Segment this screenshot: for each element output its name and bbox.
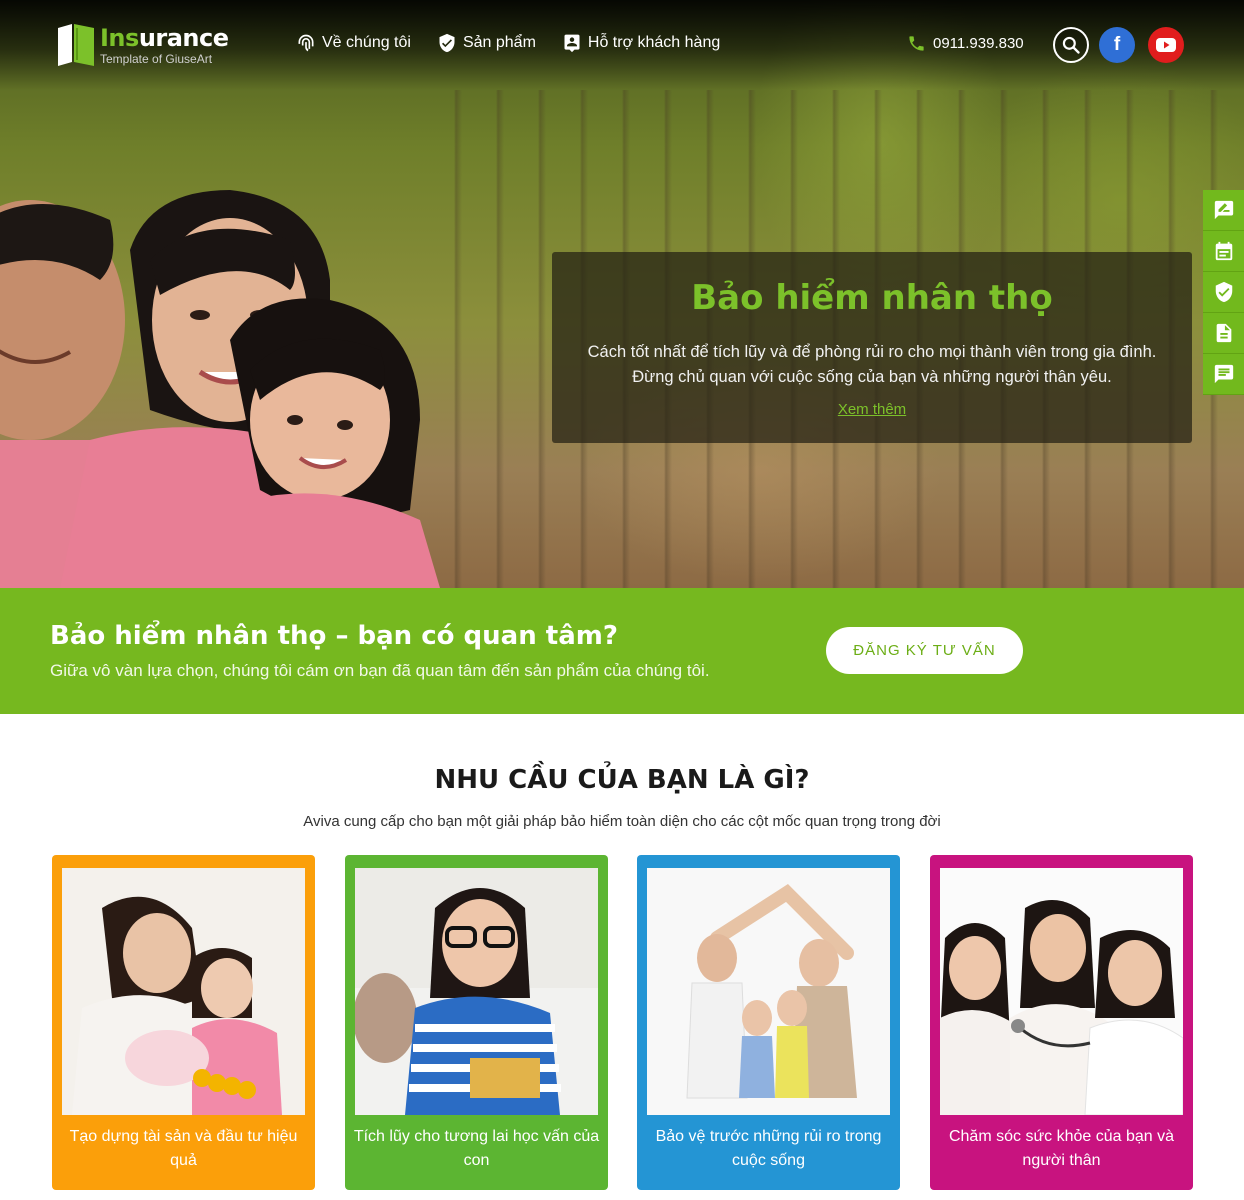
cta-title: Bảo hiểm nhân thọ – bạn có quan tâm? xyxy=(50,621,618,651)
needs-section-subtitle: Aviva cung cấp cho bạn một giải pháp bảo… xyxy=(303,813,941,830)
shield-check-icon xyxy=(439,33,455,53)
logo-brand-prefix: Ins xyxy=(100,24,139,52)
hero-banner: Insurance Template of GiuseArt Về chúng … xyxy=(0,0,1244,588)
main-nav: Về chúng tôi Sản phẩm Hỗ trợ khách hàng xyxy=(296,33,720,53)
edit-icon xyxy=(1214,200,1233,220)
search-icon xyxy=(1062,36,1080,54)
side-tool-document[interactable] xyxy=(1203,313,1244,354)
needs-section-title: NHU CẦU CỦA BẠN LÀ GÌ? xyxy=(434,765,810,795)
search-button[interactable] xyxy=(1053,27,1089,63)
chat-icon xyxy=(1214,364,1233,384)
need-card-health[interactable]: Chăm sóc sức khỏe của bạn và người thân xyxy=(930,855,1193,1190)
nav-item-label: Sản phẩm xyxy=(462,34,536,51)
hero-title: Bảo hiểm nhân thọ xyxy=(691,278,1053,318)
card-label: Tạo dựng tài sản và đầu tư hiệu quả xyxy=(69,1128,298,1169)
need-card-protection[interactable]: Bảo vệ trước những rủi ro trong cuộc sốn… xyxy=(637,855,900,1190)
nav-item-about[interactable]: Về chúng tôi xyxy=(296,33,411,53)
card-photo-piggy-bank xyxy=(62,868,305,1115)
side-tool-calendar[interactable] xyxy=(1203,231,1244,272)
nav-item-label: Hỗ trợ khách hàng xyxy=(587,34,721,51)
hero-info-box: Bảo hiểm nhân thọ Cách tốt nhất để tích … xyxy=(552,252,1192,443)
need-card-wealth[interactable]: Tạo dựng tài sản và đầu tư hiệu quả xyxy=(52,855,315,1190)
side-tool-edit[interactable] xyxy=(1203,190,1244,231)
phone-icon xyxy=(909,36,924,51)
site-logo[interactable]: Insurance Template of GiuseArt xyxy=(54,20,244,68)
cta-description: Giữa vô vàn lựa chọn, chúng tôi cám ơn b… xyxy=(50,661,710,680)
consult-cta-banner: Bảo hiểm nhân thọ – bạn có quan tâm? Giữ… xyxy=(0,588,1244,714)
logo-title: Insurance xyxy=(100,24,229,52)
hero-description: Cách tốt nhất để tích lũy và để phòng rủ… xyxy=(587,343,1157,386)
fingerprint-icon xyxy=(298,34,314,52)
shield-check-icon xyxy=(1215,281,1232,303)
hero-more-link[interactable]: Xem thêm xyxy=(552,401,1192,418)
user-support-icon xyxy=(564,34,580,53)
need-card-education[interactable]: Tích lũy cho tương lai học vấn của con xyxy=(345,855,608,1190)
calendar-icon xyxy=(1215,241,1232,261)
card-photo-health-check xyxy=(940,868,1183,1115)
youtube-icon xyxy=(1156,38,1176,52)
logo-book-icon xyxy=(58,24,94,66)
family-photo xyxy=(0,190,440,588)
side-tool-shield[interactable] xyxy=(1203,272,1244,313)
header-phone[interactable]: 0911.939.830 xyxy=(907,34,1024,53)
facebook-button[interactable]: f xyxy=(1099,27,1135,63)
side-toolbar xyxy=(1203,190,1244,395)
card-label: Bảo vệ trước những rủi ro trong cuộc sốn… xyxy=(655,1128,882,1169)
side-tool-chat[interactable] xyxy=(1203,354,1244,395)
logo-brand-suffix: urance xyxy=(138,24,229,52)
logo-tagline: Template of GiuseArt xyxy=(100,52,213,66)
phone-number: 0911.939.830 xyxy=(933,35,1024,52)
nav-item-products[interactable]: Sản phẩm xyxy=(437,33,536,53)
document-icon xyxy=(1216,323,1231,343)
youtube-button[interactable] xyxy=(1148,27,1184,63)
nav-item-support[interactable]: Hỗ trợ khách hàng xyxy=(562,33,720,53)
card-label: Chăm sóc sức khỏe của bạn và người thân xyxy=(948,1128,1175,1169)
facebook-icon: f xyxy=(1113,34,1121,55)
nav-item-label: Về chúng tôi xyxy=(322,34,411,51)
card-photo-girl-reading xyxy=(355,868,598,1115)
card-photo-family-roof xyxy=(647,868,890,1115)
register-consult-button[interactable]: ĐĂNG KÝ TƯ VẤN xyxy=(826,627,1023,674)
card-label: Tích lũy cho tương lai học vấn của con xyxy=(353,1128,600,1169)
